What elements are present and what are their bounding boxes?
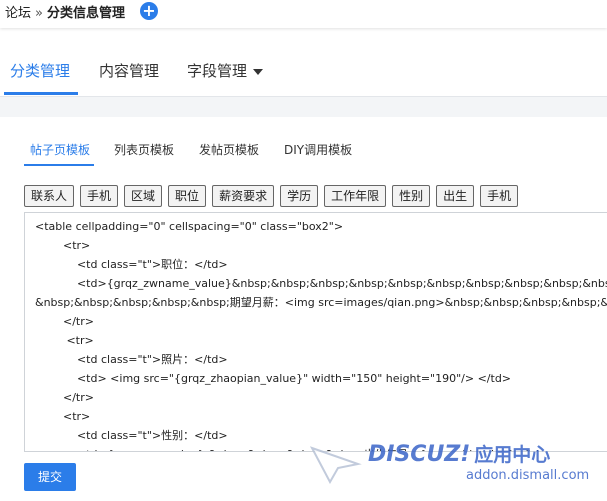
field-tag-contact[interactable]: 联系人 (24, 185, 75, 207)
field-tag-birth[interactable]: 出生 (436, 185, 475, 207)
cursor-arrow-icon (309, 446, 362, 484)
tab-category-manage[interactable]: 分类管理 (10, 60, 70, 81)
watermark-logo: DISCUZ! 应用中心 (368, 440, 550, 467)
subtab-publish-template[interactable]: 发帖页模板 (199, 141, 259, 158)
field-tag-mobile[interactable]: 手机 (80, 185, 119, 207)
top-bar: 论坛 » 分类信息管理 + (0, 0, 607, 28)
active-tab-indicator (4, 92, 78, 95)
submit-button[interactable]: 提交 (24, 463, 76, 491)
field-tag-mobile-2[interactable]: 手机 (480, 185, 519, 207)
field-tag-salary[interactable]: 薪资要求 (212, 185, 275, 207)
section-gap (0, 97, 607, 117)
caret-down-icon (253, 68, 264, 75)
tab-field-manage[interactable]: 字段管理 (187, 60, 264, 81)
active-subtab-indicator (24, 164, 94, 166)
field-tag-gender[interactable]: 性别 (392, 185, 431, 207)
field-tag-region[interactable]: 区域 (124, 185, 163, 207)
breadcrumb-separator: » (35, 6, 43, 21)
field-tag-position[interactable]: 职位 (168, 185, 207, 207)
template-code-editor[interactable]: <table cellpadding="0" cellspacing="0" c… (24, 212, 607, 452)
field-tag-education[interactable]: 学历 (280, 185, 319, 207)
main-nav: 分类管理 内容管理 字段管理 (0, 40, 607, 97)
tab-field-manage-label: 字段管理 (187, 62, 248, 80)
breadcrumb-root[interactable]: 论坛 (5, 6, 31, 21)
plus-circle-icon[interactable]: + (140, 2, 158, 20)
breadcrumb-current: 分类信息管理 (46, 6, 125, 21)
field-tag-experience[interactable]: 工作年限 (324, 185, 387, 207)
tab-content-manage[interactable]: 内容管理 (99, 60, 159, 81)
watermark-logo-text: DISCUZ! (368, 442, 471, 467)
field-tag-row: 联系人 手机 区域 职位 薪资要求 学历 工作年限 性别 出生 手机 (24, 185, 524, 207)
watermark-logo-cn: 应用中心 (474, 444, 551, 466)
template-code[interactable]: <table cellpadding="0" cellspacing="0" c… (25, 213, 607, 451)
watermark-url: addon.dismall.com (466, 468, 590, 483)
subtab-diy-template[interactable]: DIY调用模板 (284, 141, 352, 158)
subtab-list-template[interactable]: 列表页模板 (114, 141, 174, 158)
subtab-post-template[interactable]: 帖子页模板 (30, 141, 90, 158)
watermark: DISCUZ! 应用中心 addon.dismall.com (308, 440, 607, 500)
breadcrumb: 论坛 » 分类信息管理 (5, 2, 125, 21)
